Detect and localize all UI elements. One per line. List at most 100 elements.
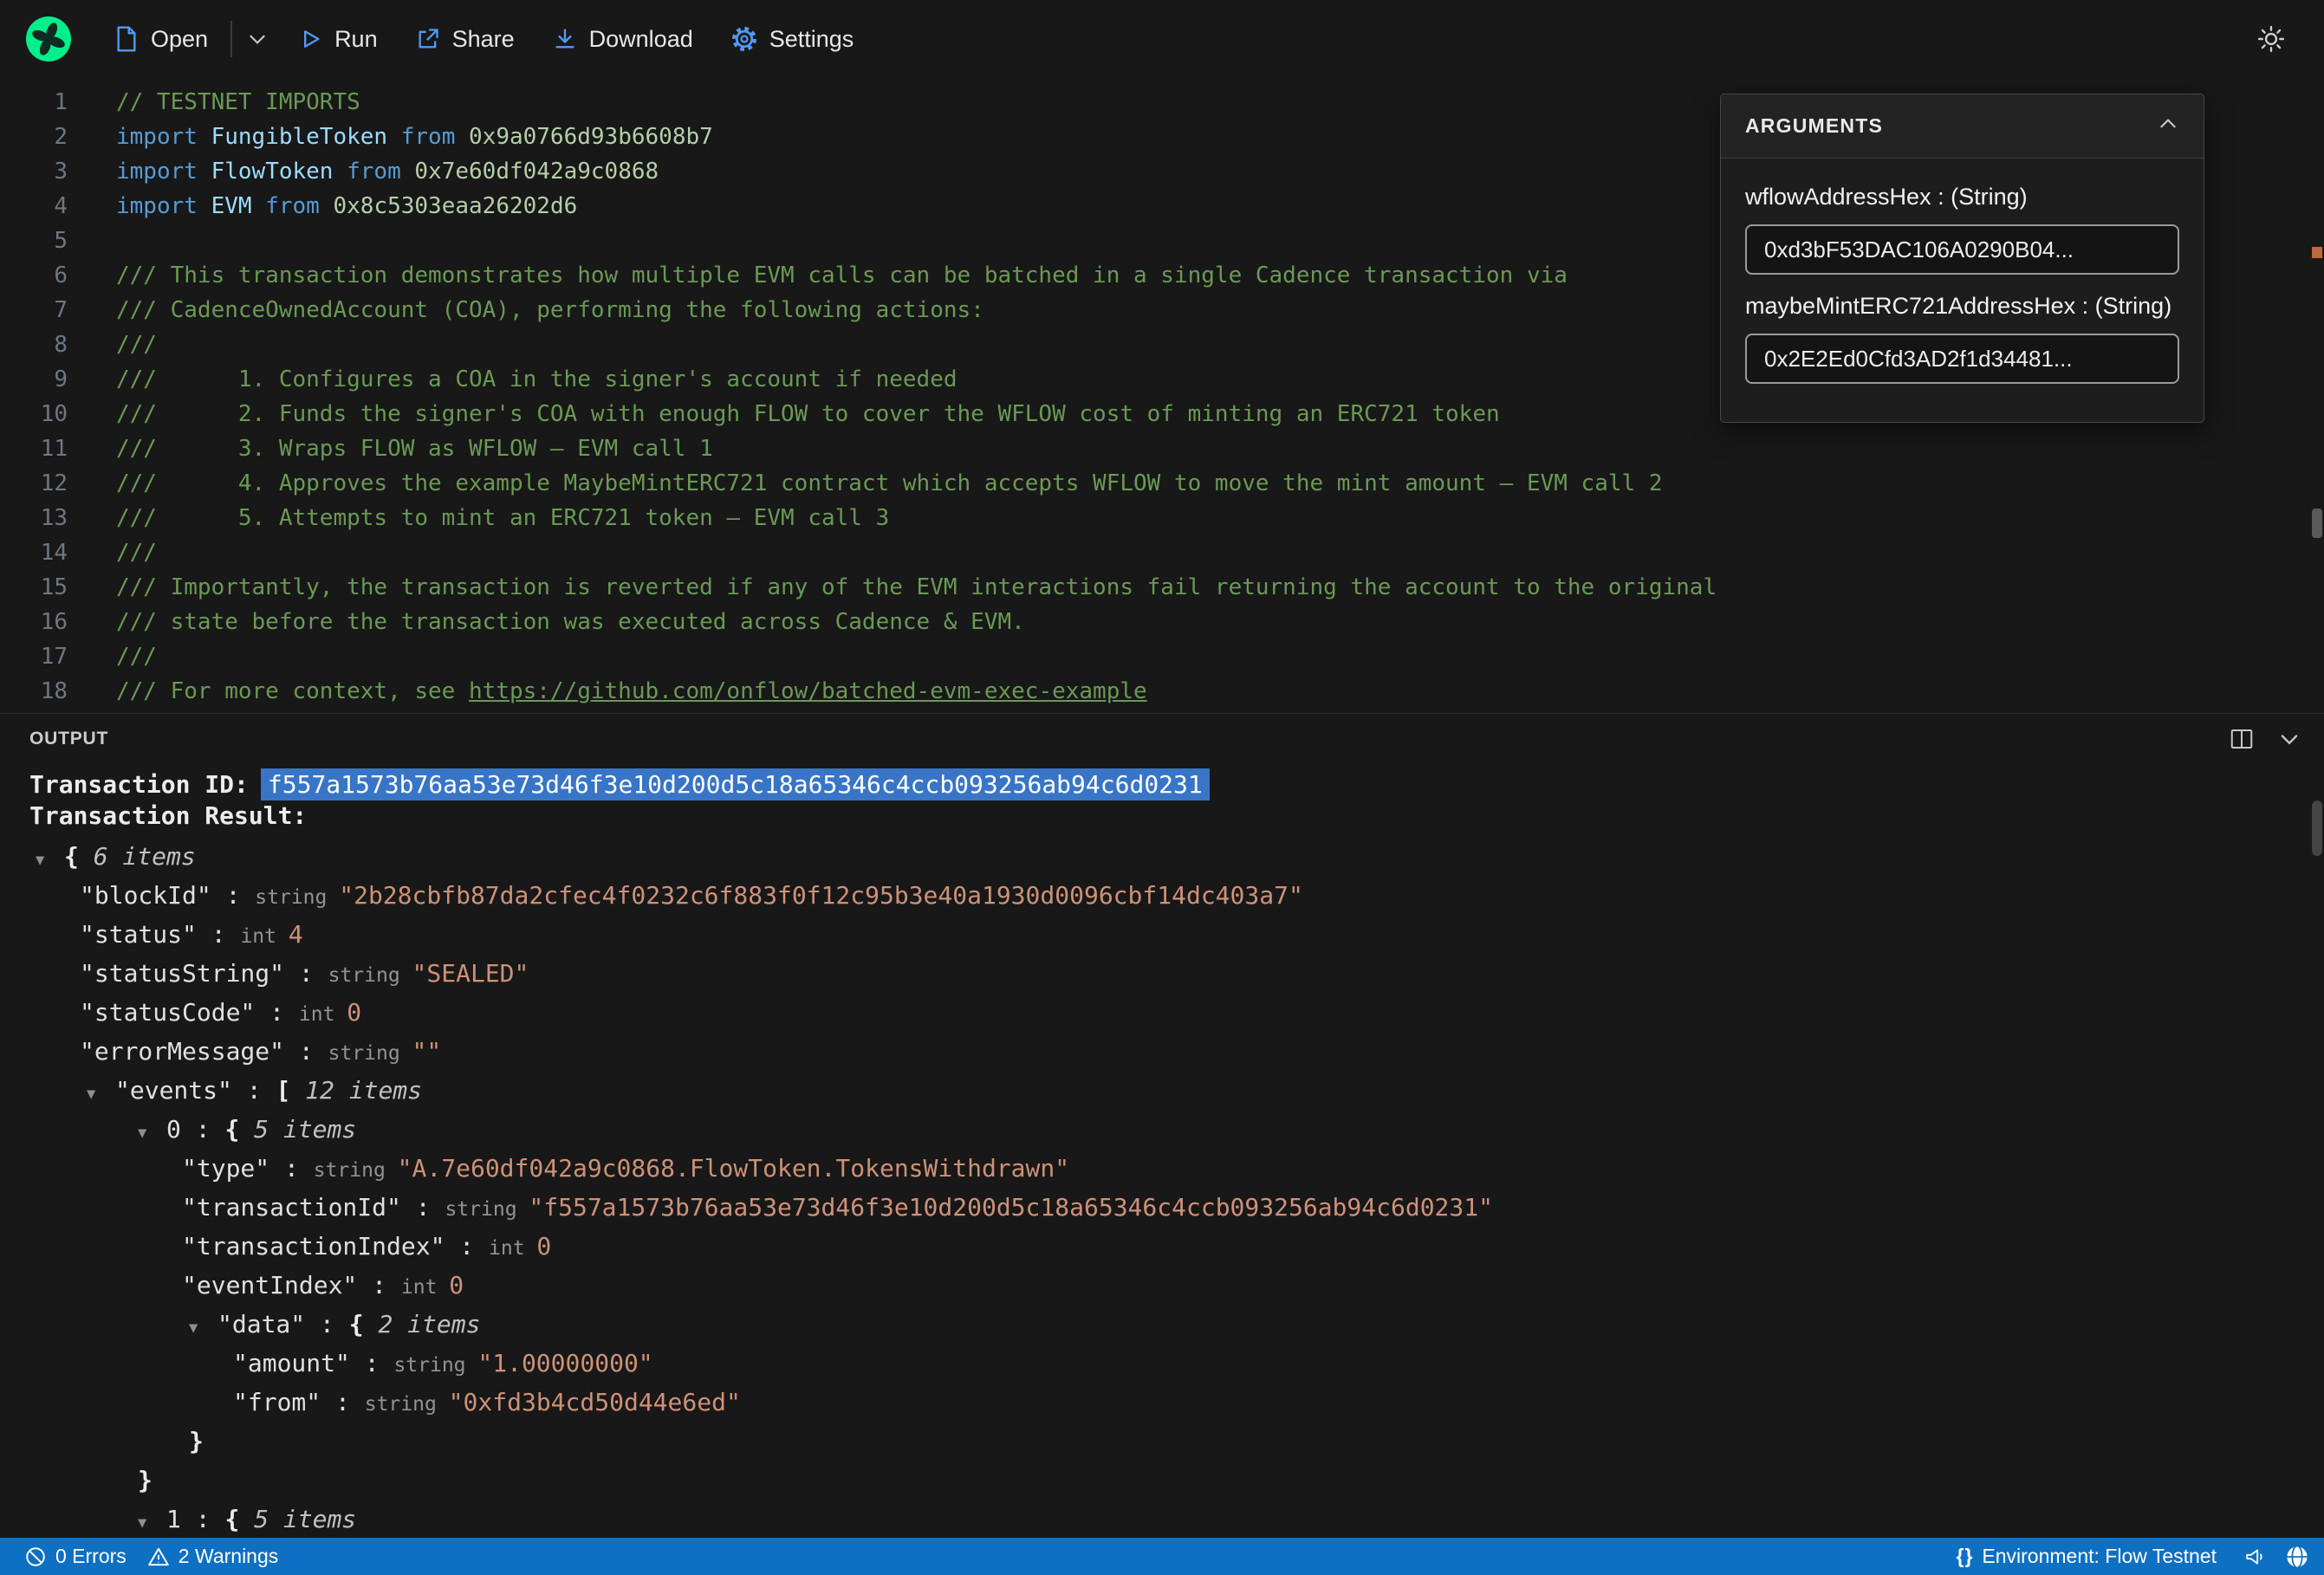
line-number: 4 <box>54 193 68 219</box>
line-number: 1 <box>54 89 68 115</box>
toolbar-divider <box>230 21 233 57</box>
tree-segment-colon: : <box>305 1310 349 1338</box>
code-token: /// <box>116 540 157 566</box>
environment-label: Environment: Flow Testnet <box>1982 1545 2217 1567</box>
tree-segment-key: "from" <box>233 1388 321 1416</box>
line-number: 5 <box>54 228 68 254</box>
line-number: 18 <box>40 678 68 704</box>
code-line[interactable]: 16 /// state before the transaction was e… <box>0 605 2324 639</box>
warnings-label: 2 Warnings <box>178 1545 279 1567</box>
output-title: OUTPUT <box>29 729 109 749</box>
chevron-up-icon[interactable] <box>2157 113 2179 139</box>
tree-segment-key: "eventIndex" <box>182 1271 358 1300</box>
collapse-arrow-icon[interactable]: ▼ <box>138 1504 166 1538</box>
scrollbar-marker <box>2312 509 2322 538</box>
environment-status[interactable]: {} Environment: Flow Testnet <box>1946 1545 2228 1568</box>
line-number: 14 <box>40 540 68 566</box>
collapse-arrow-icon[interactable]: ▼ <box>36 841 64 880</box>
code-link[interactable]: https://github.com/onflow/batched-evm-ex… <box>469 678 1147 704</box>
line-number: 7 <box>54 297 68 323</box>
line-number: 8 <box>54 332 68 358</box>
tree-segment-colon: : <box>180 1115 225 1144</box>
tree-segment-key: "transactionId" <box>182 1193 401 1222</box>
editor-scrollbar[interactable] <box>2310 78 2324 713</box>
tree-segment-colon: : <box>231 1076 276 1105</box>
status-bar-right: {} Environment: Flow Testnet <box>1946 1544 2311 1570</box>
output-panel: OUTPUT Transaction ID: f557a1573b76aa53e7… <box>0 713 2324 1538</box>
tree-segment-key: "statusCode" <box>80 998 256 1027</box>
transaction-id-value[interactable]: f557a1573b76aa53e73d46f3e10d200d5c18a653… <box>260 768 1210 800</box>
arguments-header[interactable]: ARGUMENTS <box>1721 94 2204 159</box>
output-scrollbar-thumb[interactable] <box>2312 800 2322 856</box>
tree-row: "statusString" : string "SEALED" <box>0 954 2324 993</box>
argument-input[interactable] <box>1745 224 2179 275</box>
code-text: /// 4. Approves the example MaybeMintERC… <box>116 466 1662 501</box>
transaction-result-line: Transaction Result: <box>0 800 2324 832</box>
tree-row: ▼ 1 : { 5 items <box>0 1500 2324 1538</box>
share-button[interactable]: Share <box>399 19 532 60</box>
open-dropdown-button[interactable] <box>237 21 277 57</box>
announcement-icon[interactable] <box>2244 1546 2267 1568</box>
tree-segment-colon: : <box>255 998 299 1027</box>
code-line[interactable]: 18 /// For more context, see https://gith… <box>0 674 2324 709</box>
code-line[interactable]: 15 /// Importantly, the transaction is re… <box>0 570 2324 605</box>
arguments-title: ARGUMENTS <box>1745 114 1884 137</box>
globe-icon[interactable] <box>2284 1544 2310 1570</box>
tree-segment-type: string <box>364 1393 449 1416</box>
warnings-status[interactable]: 2 Warnings <box>137 1545 289 1568</box>
run-button[interactable]: Run <box>281 19 395 60</box>
tree-segment-colon: : <box>445 1232 490 1261</box>
open-button[interactable]: Open <box>97 18 225 60</box>
code-text: /// 5. Attempts to mint an ERC721 token … <box>116 501 889 535</box>
code-token: /// <box>116 332 157 358</box>
line-number: 9 <box>54 366 68 392</box>
flow-playground-app: Open Run Share Download Settings 1 // TE… <box>0 0 2324 1575</box>
errors-status[interactable]: 0 Errors <box>14 1545 137 1568</box>
code-line[interactable]: 13 /// 5. Attempts to mint an ERC721 toke… <box>0 501 2324 535</box>
tree-row: ▼{ 6 items <box>0 837 2324 876</box>
code-token: EVM <box>211 193 266 219</box>
output-header: OUTPUT <box>0 714 2324 764</box>
tree-segment-colon: : <box>349 1349 394 1377</box>
line-number: 17 <box>40 644 68 670</box>
code-text: // TESTNET IMPORTS <box>116 85 360 120</box>
code-token: 0x8c5303eaa26202d6 <box>333 193 578 219</box>
tree-segment-punct: } <box>138 1466 153 1494</box>
tree-segment-str: "" <box>412 1037 442 1066</box>
code-token: /// CadenceOwnedAccount (COA), performin… <box>116 297 984 323</box>
tree-segment-colon: : <box>284 959 328 988</box>
tree-segment-key: 1 <box>166 1505 181 1533</box>
download-button[interactable]: Download <box>536 19 711 60</box>
code-token: 0x7e60df042a9c0868 <box>414 159 659 185</box>
share-icon <box>416 27 440 51</box>
code-token: /// <box>116 644 157 670</box>
line-number: 2 <box>54 124 68 150</box>
code-line[interactable]: 17 /// <box>0 639 2324 674</box>
tree-segment-count: 5 items <box>254 1505 357 1533</box>
tree-segment-key: "events" <box>115 1076 232 1105</box>
chevron-down-icon[interactable] <box>2277 727 2301 751</box>
tree-row: "from" : string "0xfd3b4cd50d44e6ed" <box>0 1383 2324 1422</box>
settings-button[interactable]: Settings <box>714 19 872 60</box>
transaction-result-label: Transaction Result: <box>29 801 308 830</box>
code-editor[interactable]: 1 // TESTNET IMPORTS 2 import FungibleToken… <box>0 78 2324 713</box>
split-editor-icon[interactable] <box>2229 726 2255 752</box>
code-line[interactable]: 11 /// 3. Wraps FLOW as WFLOW — EVM call … <box>0 431 2324 466</box>
code-line[interactable]: 12 /// 4. Approves the example MaybeMintE… <box>0 466 2324 501</box>
code-text: /// <box>116 535 157 570</box>
theme-toggle-button[interactable] <box>2244 17 2298 61</box>
code-token: /// state before the transaction was exe… <box>116 609 1025 635</box>
code-line[interactable]: 14 /// <box>0 535 2324 570</box>
argument-input[interactable] <box>1745 334 2179 384</box>
collapse-arrow-icon[interactable]: ▼ <box>138 1114 166 1153</box>
collapse-arrow-icon[interactable]: ▼ <box>189 1309 217 1348</box>
tree-segment-type: int <box>400 1276 450 1299</box>
line-number: 12 <box>40 470 68 496</box>
tree-row: ▼ "events" : [ 12 items <box>0 1071 2324 1110</box>
tree-row: ▼ "data" : { 2 items <box>0 1305 2324 1344</box>
flow-logo-icon <box>26 16 71 62</box>
code-token: /// 2. Funds the signer's COA with enoug… <box>116 401 1500 427</box>
collapse-arrow-icon[interactable]: ▼ <box>87 1075 115 1114</box>
argument-label: maybeMintERC721AddressHex : (String) <box>1745 293 2172 319</box>
tree-row: } <box>0 1461 2324 1500</box>
